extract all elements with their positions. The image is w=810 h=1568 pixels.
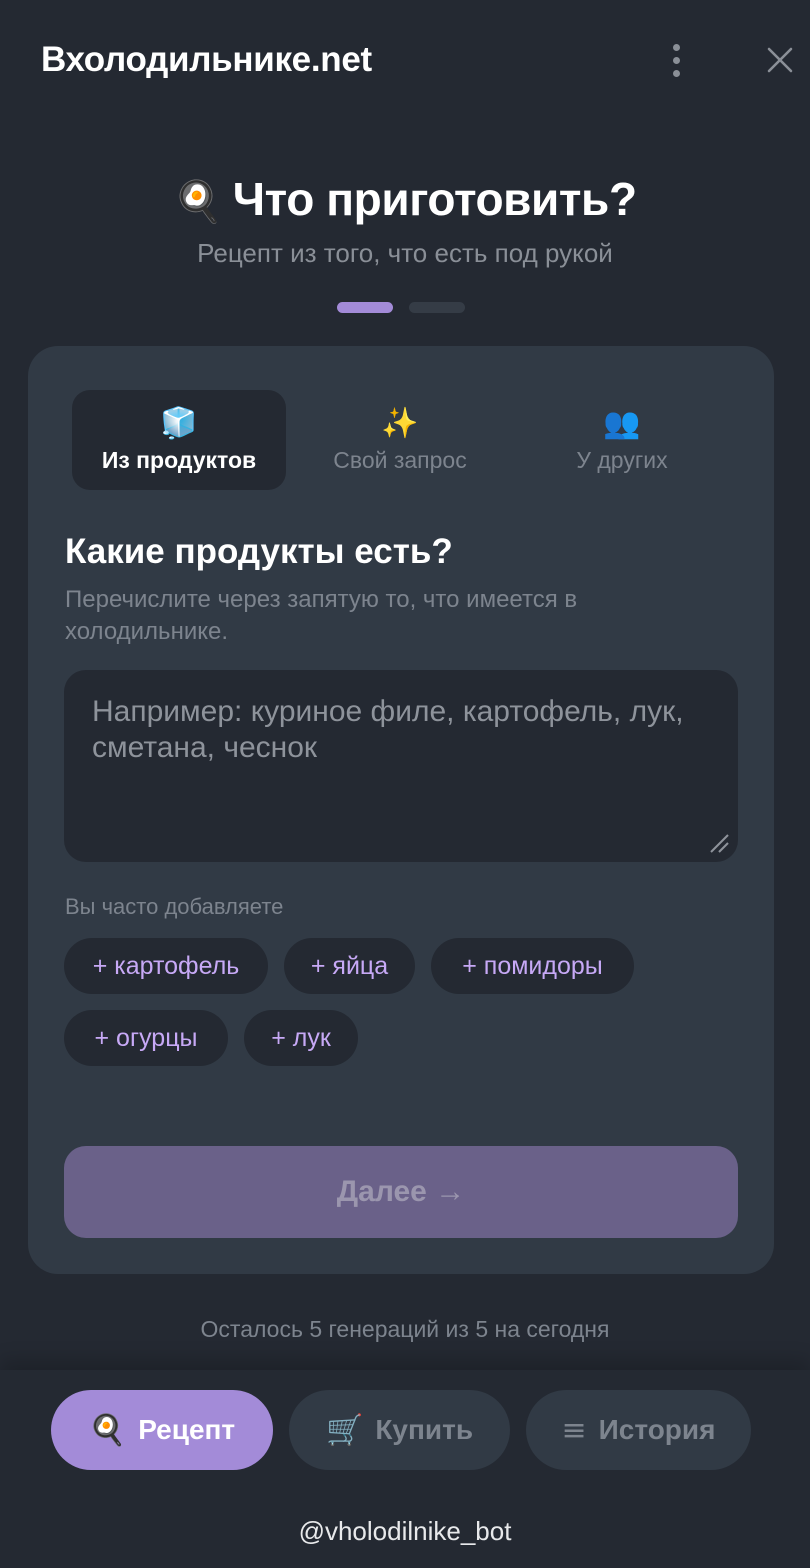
chip-cucumbers[interactable]: + огурцы	[64, 1010, 228, 1066]
nav-buy-button[interactable]: 🛒 Купить	[289, 1390, 510, 1470]
step-dot-2	[409, 302, 465, 313]
sparkles-icon: ✨	[381, 405, 419, 441]
more-vertical-icon[interactable]	[656, 38, 696, 82]
frying-pan-icon: 🍳	[88, 1412, 127, 1448]
chip-tomatoes[interactable]: + помидоры	[431, 938, 634, 994]
remaining-generations: Осталось 5 генераций из 5 на сегодня	[200, 1316, 610, 1342]
list-icon: ≡	[561, 1412, 587, 1448]
form-title: Какие продукты есть?	[65, 532, 453, 571]
tab-from-products[interactable]: 🧊 Из продуктов	[72, 390, 286, 490]
chip-potato[interactable]: + картофель	[64, 938, 268, 994]
form-description: Перечислите через запятую то, что имеетс…	[65, 586, 578, 645]
page-subtitle: Рецепт из того, что есть под рукой	[197, 238, 613, 268]
step-indicator	[337, 302, 465, 313]
cart-icon: 🛒	[325, 1412, 364, 1448]
bot-handle: @vholodilnike_bot	[298, 1516, 512, 1546]
products-input[interactable]	[64, 670, 738, 862]
app-title: Вхолодильнике.net	[41, 40, 372, 79]
tab-label: Свой запрос	[333, 446, 467, 473]
tab-custom-request[interactable]: ✨ Свой запрос	[300, 390, 500, 490]
often-added-label: Вы часто добавляете	[65, 894, 284, 919]
recipe-card: 🧊 Из продуктов ✨ Свой запрос 👥 У других …	[28, 346, 774, 1274]
nav-label: История	[598, 1414, 716, 1445]
tab-others[interactable]: 👥 У других	[522, 390, 722, 490]
people-icon: 👥	[603, 405, 641, 441]
chip-onion[interactable]: + лук	[244, 1010, 358, 1066]
page-title-text: Что приготовить?	[232, 173, 637, 225]
ice-cube-icon: 🧊	[160, 405, 198, 441]
frying-pan-icon: 🍳	[173, 179, 223, 225]
chip-eggs[interactable]: + яйца	[284, 938, 415, 994]
app-header: Вхолодильнике.net	[0, 0, 810, 124]
nav-label: Купить	[375, 1414, 474, 1445]
nav-history-button[interactable]: ≡ История	[526, 1390, 751, 1470]
tab-label: У других	[576, 446, 668, 473]
tab-label: Из продуктов	[101, 446, 257, 473]
mode-tabs: 🧊 Из продуктов ✨ Свой запрос 👥 У других	[72, 390, 742, 490]
next-button[interactable]: Далее →	[64, 1146, 738, 1238]
close-icon[interactable]	[760, 40, 800, 80]
resize-grip-icon[interactable]	[708, 832, 730, 854]
nav-label: Рецепт	[138, 1414, 236, 1445]
bottom-nav: 🍳 Рецепт 🛒 Купить ≡ История @vholodilnik…	[0, 1370, 810, 1568]
step-dot-1	[337, 302, 393, 313]
page-title: 🍳 Что приготовить?	[0, 172, 810, 226]
nav-recipe-button[interactable]: 🍳 Рецепт	[51, 1390, 273, 1470]
